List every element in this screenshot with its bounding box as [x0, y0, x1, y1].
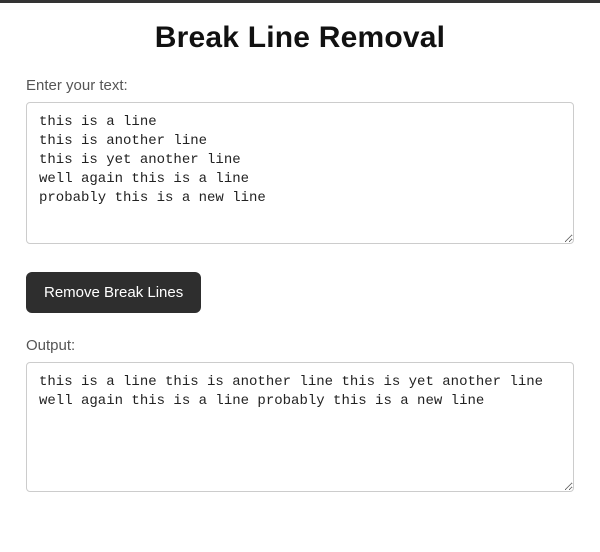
- page-title: Break Line Removal: [26, 21, 574, 55]
- input-textarea[interactable]: [26, 102, 574, 244]
- remove-break-lines-button[interactable]: Remove Break Lines: [26, 272, 201, 313]
- output-textarea[interactable]: [26, 362, 574, 492]
- output-label: Output:: [26, 337, 574, 354]
- input-label: Enter your text:: [26, 77, 574, 94]
- main-container: Break Line Removal Enter your text: Remo…: [0, 3, 600, 512]
